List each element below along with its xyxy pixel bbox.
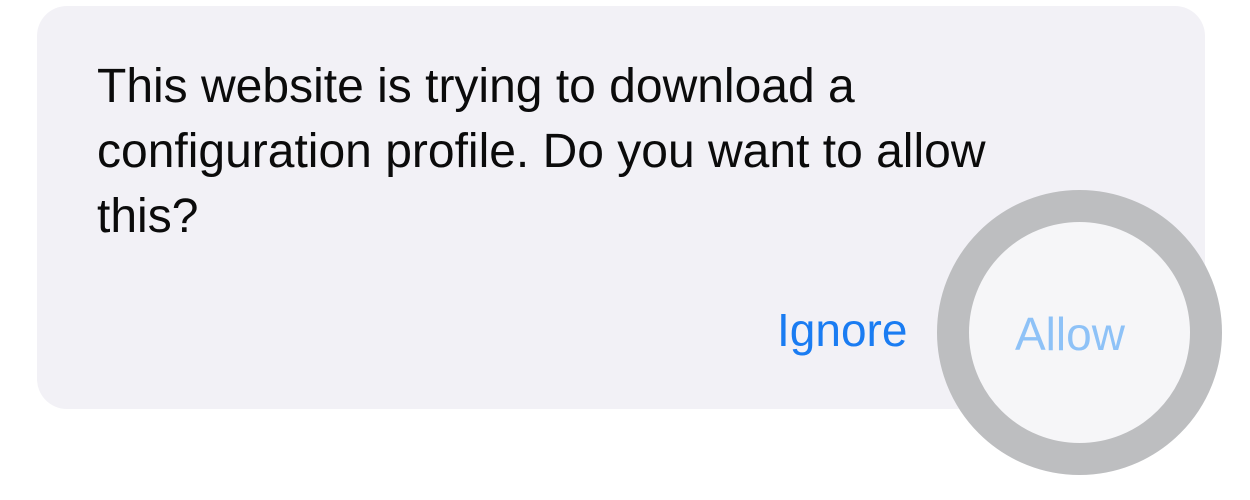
allow-button[interactable]: Allow <box>1015 304 1125 364</box>
ignore-button[interactable]: Ignore <box>777 300 907 360</box>
screen: This website is trying to download a con… <box>0 0 1250 500</box>
alert-message: This website is trying to download a con… <box>97 60 986 243</box>
